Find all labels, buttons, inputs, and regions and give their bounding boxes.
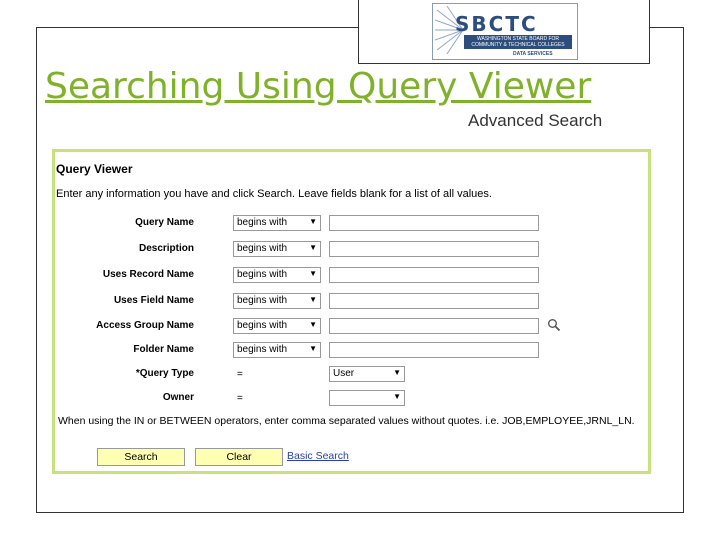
query-name-operator-select[interactable]: begins with ▼ [233,215,321,231]
access-group-name-input[interactable] [329,318,539,334]
query-name-row: Query Name begins with ▼ [55,215,615,232]
page-title: Query Viewer [56,162,133,176]
field-label: Folder Name [133,344,194,355]
basic-search-link[interactable]: Basic Search [287,450,349,462]
query-type-select[interactable]: User ▼ [329,366,405,382]
query-name-input[interactable] [329,215,539,231]
folder-name-row: Folder Name begins with ▼ [55,342,615,359]
sbctc-logo: SBCTC WASHINGTON STATE BOARD FOR COMMUNI… [432,3,578,60]
description-row: Description begins with ▼ [55,241,615,258]
select-value: begins with [237,344,288,355]
folder-name-input[interactable] [329,342,539,358]
search-button[interactable]: Search [97,448,185,466]
dropdown-arrow-icon: ▼ [309,243,317,252]
access-group-name-operator-select[interactable]: begins with ▼ [233,318,321,334]
uses-record-name-input[interactable] [329,267,539,283]
field-label: Access Group Name [96,320,194,331]
operator-equals: = [237,369,243,380]
magnifier-icon[interactable] [547,318,561,332]
uses-field-name-operator-select[interactable]: begins with ▼ [233,293,321,309]
description-operator-select[interactable]: begins with ▼ [233,241,321,257]
access-group-name-row: Access Group Name begins with ▼ [55,318,615,335]
select-value: User [333,368,355,379]
select-value: begins with [237,295,288,306]
dropdown-arrow-icon: ▼ [309,217,317,226]
field-label: Owner [162,392,194,403]
operator-note: When using the IN or BETWEEN operators, … [58,415,635,427]
dropdown-arrow-icon: ▼ [309,269,317,278]
logo-subline: WASHINGTON STATE BOARD FOR COMMUNITY & T… [464,35,572,49]
select-value: begins with [237,243,288,254]
field-label: Query Name [135,217,194,228]
dropdown-arrow-icon: ▼ [309,295,317,304]
folder-name-operator-select[interactable]: begins with ▼ [233,342,321,358]
query-type-row: *Query Type = User ▼ [55,366,615,383]
clear-button[interactable]: Clear [195,448,283,466]
select-value: begins with [237,269,288,280]
dropdown-arrow-icon: ▼ [393,392,401,401]
slide-title: Searching Using Query Viewer [45,66,592,107]
select-value: begins with [237,217,288,228]
field-label: Description [138,243,194,254]
dropdown-arrow-icon: ▼ [309,320,317,329]
owner-row: Owner = ▼ [55,390,615,407]
description-input[interactable] [329,241,539,257]
select-value: begins with [237,320,288,331]
field-label: *Query Type [135,368,194,379]
field-label: Uses Record Name [102,269,194,280]
logo-services: DATA SERVICES [513,51,553,57]
slide-subtitle: Advanced Search [468,111,603,130]
uses-field-name-row: Uses Field Name begins with ▼ [55,293,615,310]
query-viewer-panel: Query Viewer Enter any information you h… [52,149,651,474]
dropdown-arrow-icon: ▼ [309,344,317,353]
uses-record-name-operator-select[interactable]: begins with ▼ [233,267,321,283]
uses-field-name-input[interactable] [329,293,539,309]
owner-select[interactable]: ▼ [329,390,405,406]
dropdown-arrow-icon: ▼ [393,368,401,377]
instructions-text: Enter any information you have and click… [56,188,492,200]
uses-record-name-row: Uses Record Name begins with ▼ [55,267,615,284]
logo-wordmark: SBCTC [455,12,538,36]
field-label: Uses Field Name [113,295,194,306]
operator-equals: = [237,393,243,404]
